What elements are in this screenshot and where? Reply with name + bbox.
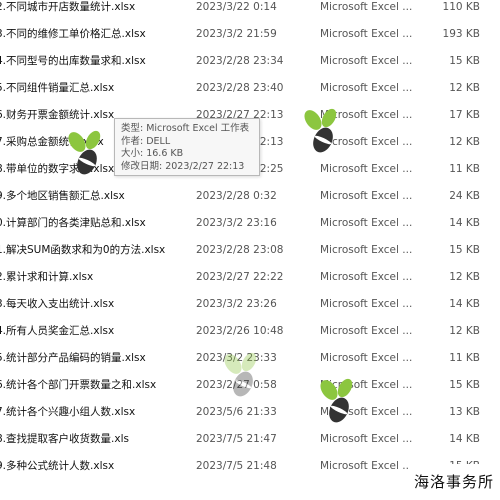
file-name: 3.不同的维修工单价格汇总.xlsx — [0, 28, 146, 40]
file-size: 15 KB — [449, 244, 480, 256]
file-row[interactable]: 5.不同组件销量汇总.xlsx 2023/2/28 23:40 Microsof… — [0, 75, 500, 101]
file-size: 11 KB — [449, 352, 480, 364]
file-date: 2023/3/2 23:26 — [196, 298, 277, 310]
file-name: 2.累计求和计算.xlsx — [0, 271, 94, 283]
file-size: 12 KB — [449, 325, 480, 337]
tooltip-type: 类型: Microsoft Excel 工作表 — [121, 123, 250, 134]
file-name: 2.不同城市开店数量统计.xlsx — [0, 1, 136, 13]
file-size: 14 KB — [449, 433, 480, 445]
file-name: 9.多种公式统计人数.xlsx — [0, 460, 115, 472]
file-type: Microsoft Excel ... — [320, 379, 413, 391]
file-name: 6.统计各个部门开票数量之和.xlsx — [0, 379, 157, 391]
file-date: 2023/3/2 23:33 — [196, 352, 277, 364]
file-row[interactable]: 1.解决SUM函数求和为0的方法.xlsx 2023/2/28 23:08 Mi… — [0, 237, 500, 263]
file-row[interactable]: 3.不同的维修工单价格汇总.xlsx 2023/3/2 21:59 Micros… — [0, 21, 500, 47]
file-date: 2023/3/2 21:59 — [196, 28, 277, 40]
file-row[interactable]: 2.累计求和计算.xlsx 2023/2/27 22:22 Microsoft … — [0, 264, 500, 290]
file-type: Microsoft Excel ... — [320, 433, 413, 445]
file-date: 2023/2/27 22:22 — [196, 271, 284, 283]
tooltip-modified: 修改日期: 2023/2/27 22:13 — [121, 160, 245, 172]
file-name: 0.计算部门的各类津贴总和.xlsx — [0, 217, 146, 229]
file-size: 12 KB — [449, 136, 480, 148]
file-size: 15 KB — [449, 55, 480, 67]
file-date: 2023/2/26 10:48 — [196, 325, 284, 337]
file-type: Microsoft Excel ... — [320, 244, 413, 256]
file-type: Microsoft Excel ... — [320, 352, 413, 364]
file-size: 14 KB — [449, 298, 480, 310]
file-row[interactable]: 6.统计各个部门开票数量之和.xlsx 2023/2/27 0:58 Micro… — [0, 372, 500, 398]
file-type: Microsoft Excel ... — [320, 298, 413, 310]
file-type: Microsoft Excel ... — [320, 217, 413, 229]
file-type: Microsoft Excel ... — [320, 55, 413, 67]
file-date: 2023/2/27 0:58 — [196, 379, 277, 391]
tooltip-size: 大小: 16.6 KB — [121, 148, 184, 159]
file-name: 1.解决SUM函数求和为0的方法.xlsx — [0, 244, 166, 256]
file-name: 4.不同型号的出库数量求和.xlsx — [0, 55, 146, 67]
file-name: 4.所有人员奖金汇总.xlsx — [0, 325, 115, 337]
file-date: 2023/5/6 21:33 — [196, 406, 277, 418]
file-size: 24 KB — [449, 190, 480, 202]
file-row[interactable]: 8.查找提取客户收货数量.xls 2023/7/5 21:47 Microsof… — [0, 426, 500, 452]
file-name: 7.统计各个兴趣小组人数.xlsx — [0, 406, 136, 418]
file-name: 3.每天收入支出统计.xlsx — [0, 298, 115, 310]
file-row[interactable]: 4.所有人员奖金汇总.xlsx 2023/2/26 10:48 Microsof… — [0, 318, 500, 344]
file-type: Microsoft Excel ... — [320, 82, 413, 94]
file-size: 14 KB — [449, 217, 480, 229]
file-name: 8.查找提取客户收货数量.xls — [0, 433, 129, 445]
file-date: 2023/7/5 21:47 — [196, 433, 277, 445]
file-date: 2023/3/22 0:14 — [196, 1, 277, 13]
file-date: 2023/7/5 21:48 — [196, 460, 277, 472]
file-size: 13 KB — [449, 406, 480, 418]
file-type: Microsoft Excel ... — [320, 406, 413, 418]
file-name: 5.不同组件销量汇总.xlsx — [0, 82, 115, 94]
file-type: Microsoft Excel ... — [320, 28, 413, 40]
file-row[interactable]: 5.统计部分产品编码的销量.xlsx 2023/3/2 23:33 Micros… — [0, 345, 500, 371]
file-date: 2023/3/2 23:16 — [196, 217, 277, 229]
file-type: Microsoft Excel ... — [320, 190, 413, 202]
file-date: 2023/2/28 23:08 — [196, 244, 284, 256]
file-size: 11 KB — [449, 163, 480, 175]
file-list: 2.不同城市开店数量统计.xlsx 2023/3/22 0:14 Microso… — [0, 0, 500, 500]
file-type: Microsoft Excel ... — [320, 271, 413, 283]
file-size: 15 KB — [449, 379, 480, 391]
file-date: 2023/2/28 0:32 — [196, 190, 277, 202]
file-type: Microsoft Excel ... — [320, 1, 413, 13]
file-type: Microsoft Excel ... — [320, 163, 413, 175]
file-name: 5.统计部分产品编码的销量.xlsx — [0, 352, 146, 364]
file-row[interactable]: 9.多个地区销售额汇总.xlsx 2023/2/28 0:32 Microsof… — [0, 183, 500, 209]
file-row[interactable]: 0.计算部门的各类津贴总和.xlsx 2023/3/2 23:16 Micros… — [0, 210, 500, 236]
file-date: 2023/2/28 23:34 — [196, 55, 284, 67]
file-size: 110 KB — [442, 1, 480, 13]
file-type: Microsoft Excel ... — [320, 460, 413, 472]
file-row[interactable]: 7.统计各个兴趣小组人数.xlsx 2023/5/6 21:33 Microso… — [0, 399, 500, 425]
file-name: 9.多个地区销售额汇总.xlsx — [0, 190, 125, 202]
file-size: 193 KB — [442, 28, 480, 40]
watermark-label: 海洛事务所 — [408, 464, 500, 500]
file-size: 17 KB — [449, 109, 480, 121]
file-row[interactable]: 4.不同型号的出库数量求和.xlsx 2023/2/28 23:34 Micro… — [0, 48, 500, 74]
file-row[interactable]: 2.不同城市开店数量统计.xlsx 2023/3/22 0:14 Microso… — [0, 0, 500, 20]
file-row[interactable]: 3.每天收入支出统计.xlsx 2023/3/2 23:26 Microsoft… — [0, 291, 500, 317]
file-type: Microsoft Excel ... — [320, 136, 413, 148]
file-type: Microsoft Excel ... — [320, 109, 413, 121]
file-info-tooltip: 类型: Microsoft Excel 工作表 作者: DELL 大小: 16.… — [114, 118, 260, 176]
tooltip-author: 作者: DELL — [121, 135, 171, 147]
file-date: 2023/2/28 23:40 — [196, 82, 284, 94]
file-size: 12 KB — [449, 82, 480, 94]
file-size: 12 KB — [449, 271, 480, 283]
file-type: Microsoft Excel ... — [320, 325, 413, 337]
